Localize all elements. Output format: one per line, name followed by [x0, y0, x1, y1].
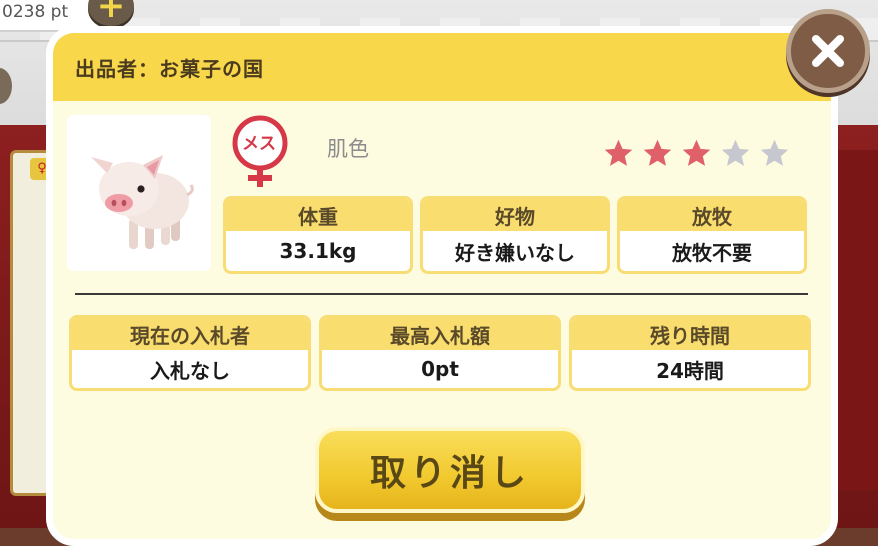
stat-weight-label: 体重 [226, 199, 410, 231]
plus-icon: + [96, 0, 126, 26]
pig-icon [91, 155, 194, 249]
divider [75, 293, 808, 295]
time-remaining: 残り時間 24時間 [569, 315, 811, 391]
pet-detail-dialog: 出品者：お菓子の国 メス 肌色 体重 33.1kg 好物 好き嫌いなし 放牧 放… [46, 26, 838, 546]
stat-favorite-label: 好物 [423, 199, 607, 231]
time-remaining-label: 残り時間 [572, 318, 808, 350]
stat-grazing-value: 放牧不要 [672, 240, 752, 265]
close-button[interactable] [786, 9, 870, 93]
gender-label: メス [242, 134, 276, 154]
pet-image [67, 115, 211, 271]
color-label: 肌色 [327, 137, 369, 161]
rating-stars [601, 137, 792, 170]
stat-weight: 体重 33.1kg [223, 196, 413, 274]
time-remaining-value: 24時間 [656, 358, 724, 383]
points-value: 0238 pt [2, 2, 69, 22]
stat-favorite-value: 好き嫌いなし [455, 240, 575, 265]
cancel-button[interactable]: 取り消し [315, 427, 585, 513]
close-icon [812, 35, 844, 67]
star-empty-icon [760, 139, 789, 166]
current-bidder: 現在の入札者 入札なし [69, 315, 311, 391]
dialog-header: 出品者：お菓子の国 [53, 33, 831, 101]
star-filled-icon [643, 139, 672, 166]
current-bidder-value: 入札なし [150, 358, 230, 383]
highest-bid-value: 0pt [421, 357, 459, 381]
star-filled-icon [604, 139, 633, 166]
seller-label: 出品者：お菓子の国 [75, 57, 264, 81]
stat-favorite: 好物 好き嫌いなし [420, 196, 610, 274]
current-bidder-label: 現在の入札者 [72, 318, 308, 350]
stat-weight-value: 33.1kg [279, 239, 357, 263]
background-panel-right [835, 150, 878, 490]
highest-bid-label: 最高入札額 [322, 318, 558, 350]
star-filled-icon [682, 139, 711, 166]
highest-bid: 最高入札額 0pt [319, 315, 561, 391]
stat-grazing-label: 放牧 [620, 199, 804, 231]
stat-grazing: 放牧 放牧不要 [617, 196, 807, 274]
star-empty-icon [721, 139, 750, 166]
